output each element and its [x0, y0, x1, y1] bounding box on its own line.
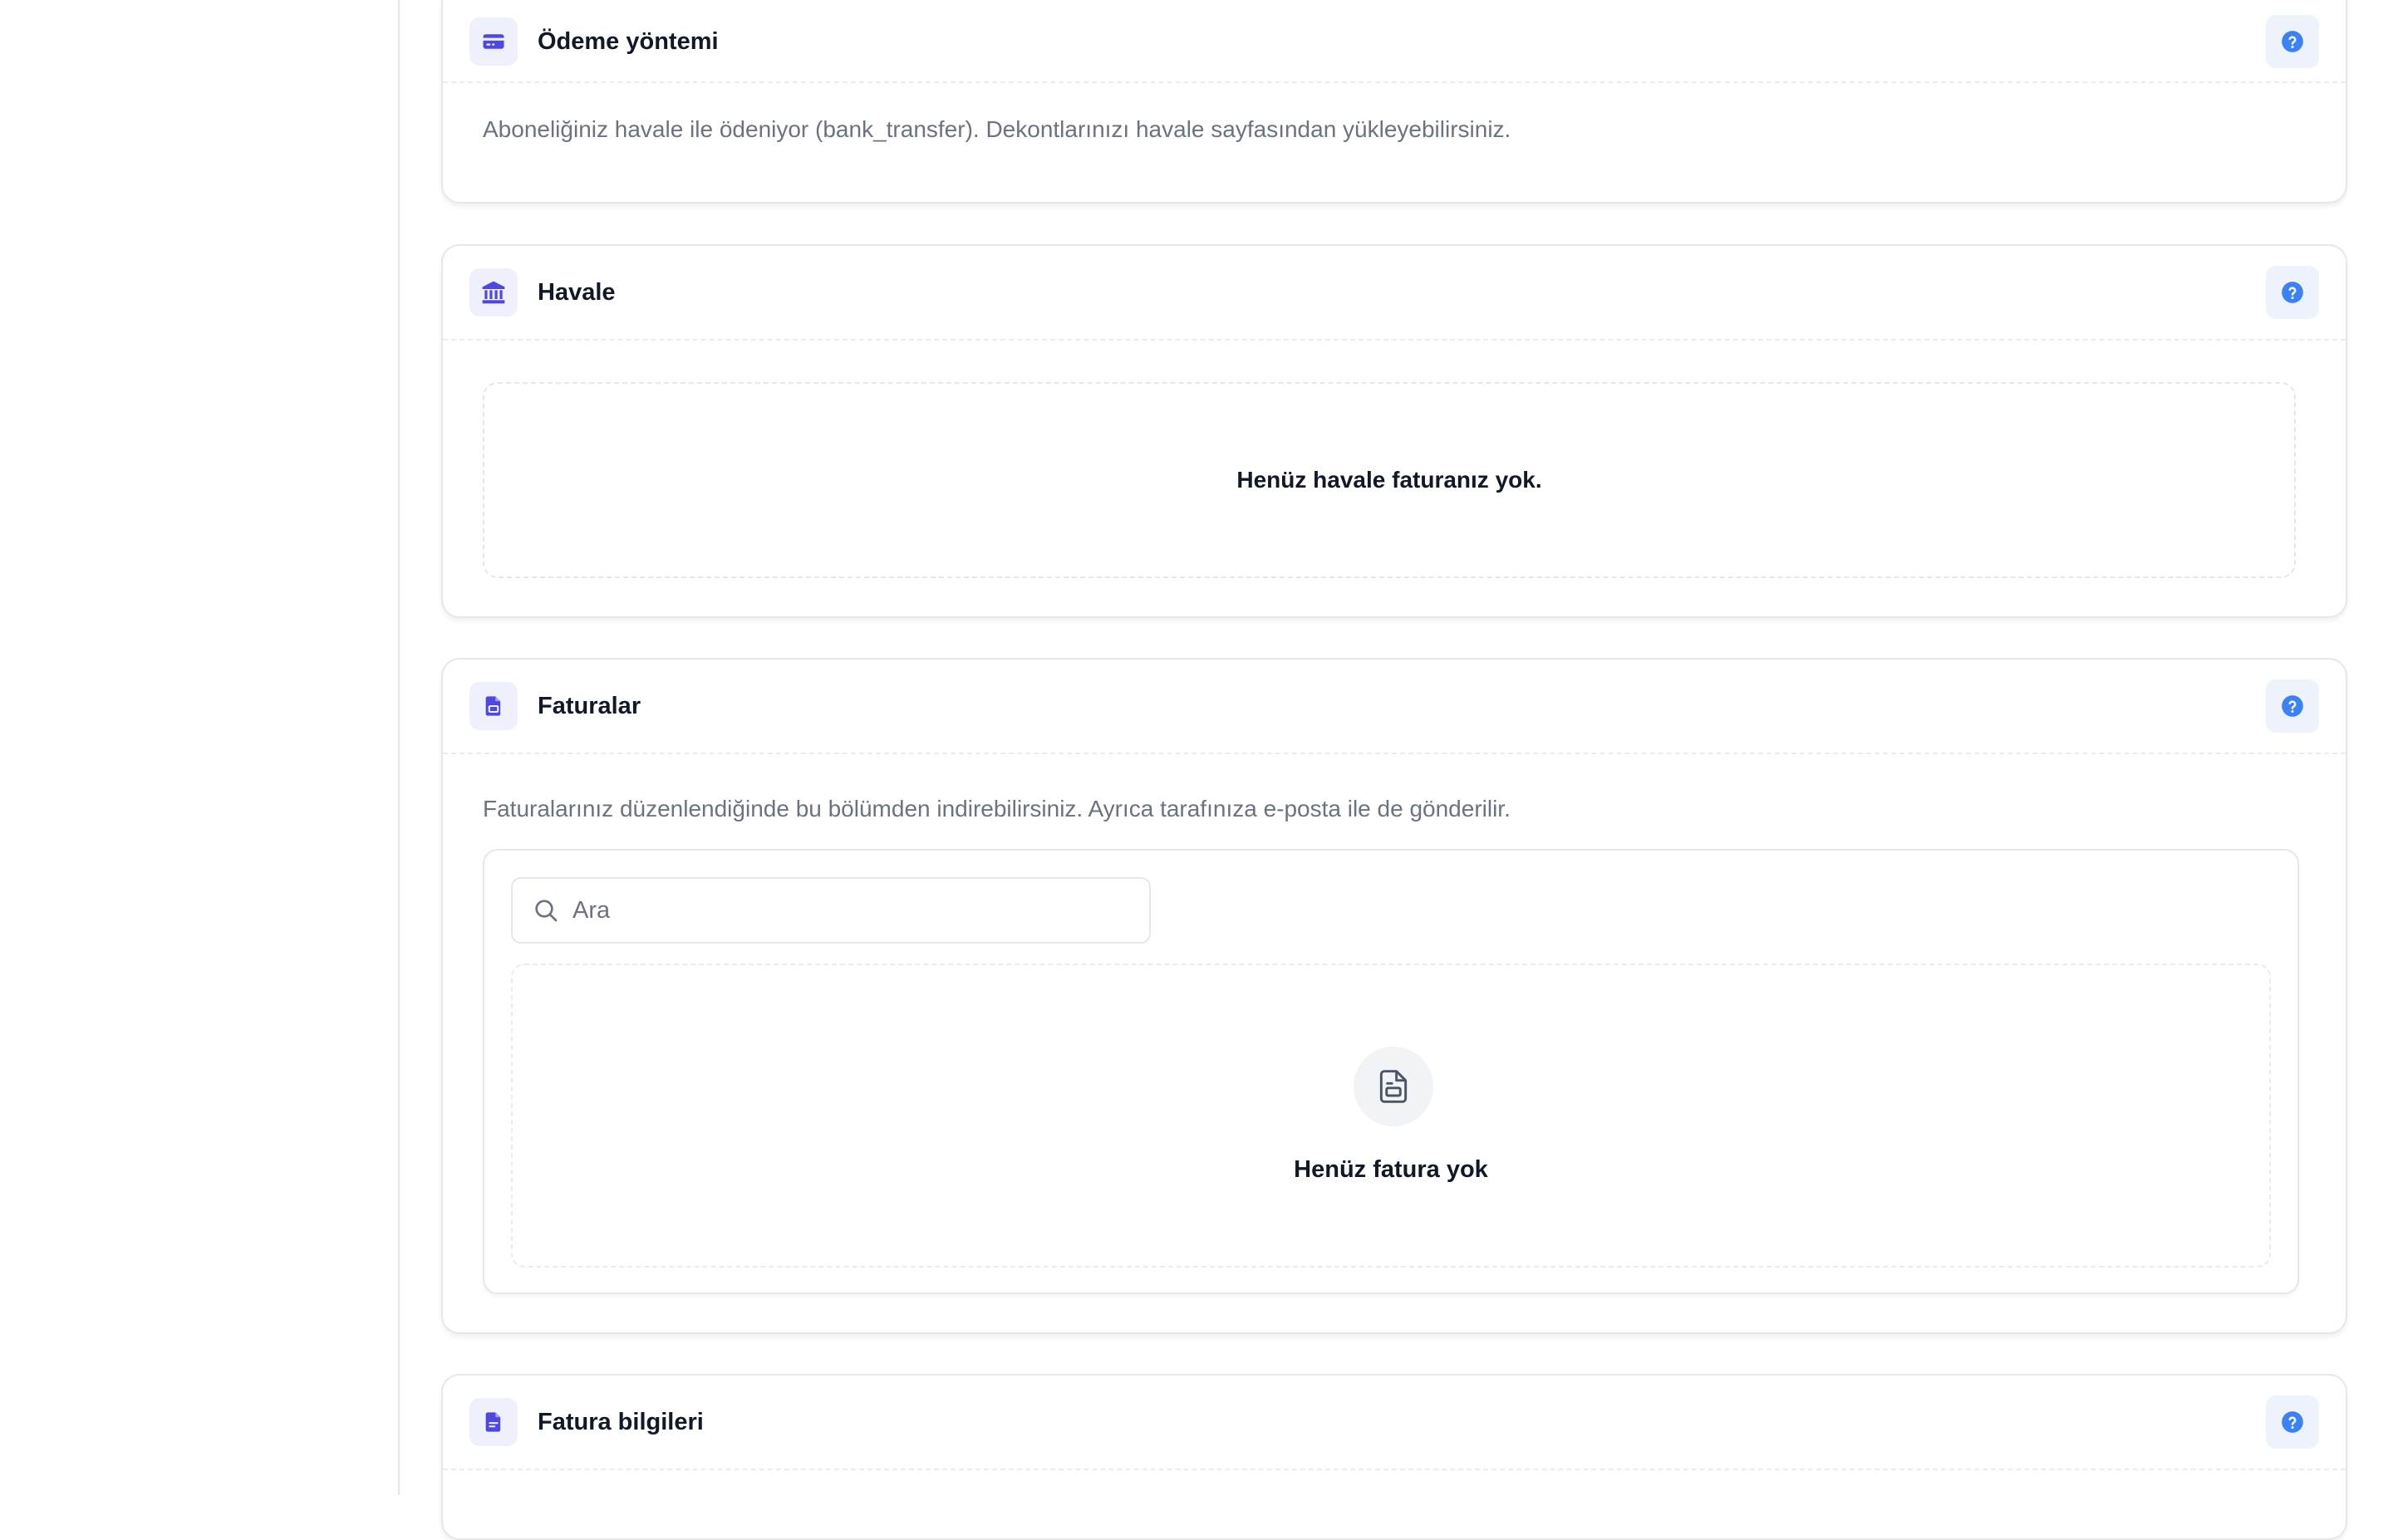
card-title: Ödeme yöntemi — [538, 27, 719, 55]
help-icon — [2282, 31, 2303, 52]
card-description: Faturalarınız düzenlendiğinde bu bölümde… — [483, 796, 1511, 821]
card-description: Aboneliğiniz havale ile ödeniyor (bank_t… — [483, 116, 1511, 142]
search-icon — [535, 900, 558, 922]
credit-card-icon — [469, 17, 518, 66]
invoices-panel: Henüz fatura yok — [483, 849, 2299, 1294]
document-icon — [469, 1398, 518, 1446]
billing-info-card: Fatura bilgileri — [441, 1374, 2347, 1540]
help-icon — [2282, 695, 2303, 717]
card-title: Havale — [538, 278, 616, 306]
help-icon — [2282, 1411, 2303, 1433]
empty-state: Henüz havale faturanız yok. — [483, 382, 2296, 578]
file-icon — [469, 682, 518, 730]
empty-state-text: Henüz havale faturanız yok. — [1236, 467, 1542, 493]
card-header: Faturalar — [443, 660, 2346, 754]
search-input[interactable] — [572, 896, 1121, 924]
search-box[interactable] — [511, 877, 1151, 944]
bank-icon — [469, 268, 518, 316]
card-header: Fatura bilgileri — [443, 1376, 2346, 1470]
card-header: Havale — [443, 246, 2346, 341]
invoices-card: Faturalar Faturalarınız düzenlendiğinde … — [441, 658, 2347, 1334]
payment-method-card: Ödeme yöntemi Aboneliğiniz havale ile öd… — [441, 0, 2347, 204]
card-header: Ödeme yöntemi — [443, 0, 2346, 83]
help-button[interactable] — [2266, 15, 2319, 68]
help-icon — [2282, 282, 2303, 303]
card-title: Faturalar — [538, 692, 641, 719]
card-title: Fatura bilgileri — [538, 1408, 704, 1435]
help-button[interactable] — [2266, 679, 2319, 733]
empty-state-text: Henüz fatura yok — [1294, 1156, 1488, 1183]
help-button[interactable] — [2266, 1395, 2319, 1449]
wire-transfer-card: Havale Henüz havale faturanız yok. — [441, 244, 2347, 618]
empty-state: Henüz fatura yok — [511, 964, 2271, 1268]
empty-file-icon — [1354, 1047, 1433, 1126]
sidebar — [0, 0, 400, 1495]
help-button[interactable] — [2266, 266, 2319, 319]
